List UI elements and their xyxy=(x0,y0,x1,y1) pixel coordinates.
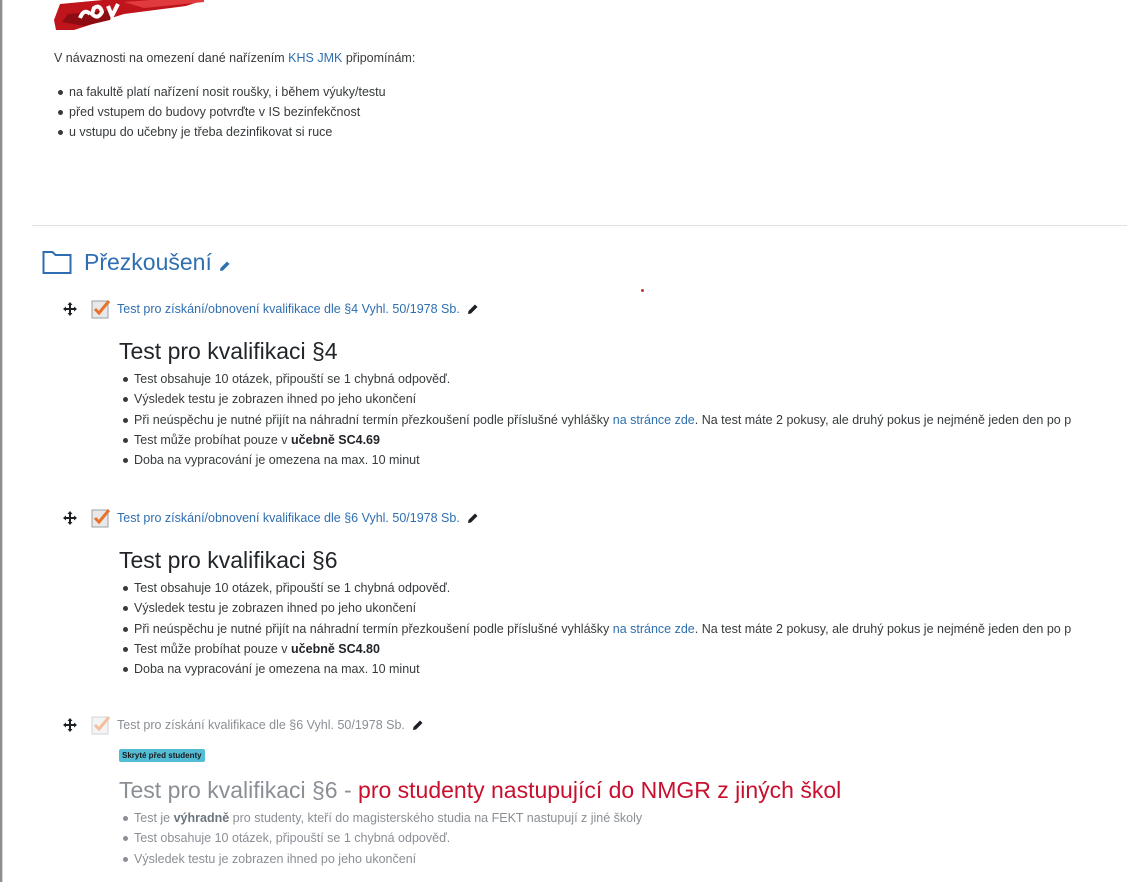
covid-banner-logo xyxy=(54,0,204,32)
activity-row: Test pro získání/obnovení kvalifikace dl… xyxy=(62,297,1127,321)
activity-row: Test pro získání kvalifikace dle §6 Vyhl… xyxy=(62,713,1127,737)
text: pro studenty, kteří do magisterského stu… xyxy=(229,811,643,825)
activity-row: Test pro získání/obnovení kvalifikace dl… xyxy=(62,506,1127,530)
move-handle-icon[interactable] xyxy=(62,717,78,733)
list-item: Test obsahuje 10 otázek, připouští se 1 … xyxy=(119,369,1127,389)
activity-description: Skryté před studenty Test pro kvalifikac… xyxy=(119,737,1127,869)
intro-text: V návaznosti na omezení dané nařízením xyxy=(54,51,289,65)
section-divider xyxy=(32,225,1127,226)
covid-stamp-logo-icon xyxy=(54,0,204,30)
text: . Na test máte 2 pokusy, ale druhý pokus… xyxy=(694,412,1072,427)
description-heading: Test pro kvalifikaci §6 xyxy=(119,547,338,573)
move-handle-icon[interactable] xyxy=(62,301,78,317)
list-item: na fakultě platí nařízení nosit roušky, … xyxy=(54,82,1114,102)
activity-link[interactable]: Test pro získání kvalifikace dle §6 Vyhl… xyxy=(117,718,405,732)
text: Při neúspěchu je nutné přijít na náhradn… xyxy=(134,412,613,427)
edit-pencil-icon[interactable] xyxy=(466,512,479,525)
retake-info-link[interactable]: na stránce zde xyxy=(613,622,695,636)
list-item: Test obsahuje 10 otázek, připouští se 1 … xyxy=(119,828,1127,848)
list-item: Při neúspěchu je nutné přijít na náhradn… xyxy=(119,410,1127,430)
room-name: učebně SC4.80 xyxy=(291,641,380,656)
room-name: učebně SC4.69 xyxy=(291,432,380,447)
list-item: Při neúspěchu je nutné přijít na náhradn… xyxy=(119,619,1127,639)
section-header: Přezkoušení xyxy=(42,244,231,280)
khs-jmk-link[interactable]: KHS JMK xyxy=(288,51,342,65)
retake-info-link[interactable]: na stránce zde xyxy=(613,413,695,427)
intro-block: V návaznosti na omezení dané nařízením K… xyxy=(54,50,1114,142)
activity-quiz-6: Test pro získání/obnovení kvalifikace dl… xyxy=(62,506,1127,679)
list-item: Výsledek testu je zobrazen ihned po jeho… xyxy=(119,389,1127,409)
list-item: Výsledek testu je zobrazen ihned po jeho… xyxy=(119,849,1127,869)
emphasis: výhradně xyxy=(173,811,230,825)
heading-text: Test pro kvalifikaci §6 - xyxy=(119,777,359,803)
list-item: Doba na vypracování je omezena na max. 1… xyxy=(119,450,1127,470)
edit-section-pencil-icon[interactable] xyxy=(218,260,231,273)
text: Test může probíhat pouze v xyxy=(134,432,292,447)
description-list: Test obsahuje 10 otázek, připouští se 1 … xyxy=(119,369,1127,470)
list-item: před vstupem do budovy potvrďte v IS bez… xyxy=(54,102,1114,122)
intro-paragraph: V návaznosti na omezení dané nařízením K… xyxy=(54,50,1114,66)
list-item: u vstupu do učebny je třeba dezinfikovat… xyxy=(54,122,1114,142)
edit-pencil-icon[interactable] xyxy=(466,303,479,316)
list-item: Výsledek testu je zobrazen ihned po jeho… xyxy=(119,598,1127,618)
activity-quiz-6-hidden: Test pro získání kvalifikace dle §6 Vyhl… xyxy=(62,713,1127,869)
cursor-dot xyxy=(641,289,644,292)
list-item: Test může probíhat pouze v učebně SC4.69 xyxy=(119,430,1127,450)
quiz-icon xyxy=(91,509,111,528)
section-title[interactable]: Přezkoušení xyxy=(84,249,212,276)
description-heading: Test pro kvalifikaci §4 xyxy=(119,338,338,364)
edit-pencil-icon[interactable] xyxy=(411,719,424,732)
activity-quiz-4: Test pro získání/obnovení kvalifikace dl… xyxy=(62,297,1127,470)
text: . Na test máte 2 pokusy, ale druhý pokus… xyxy=(694,621,1072,636)
intro-list: na fakultě platí nařízení nosit roušky, … xyxy=(54,82,1114,142)
activity-link[interactable]: Test pro získání/obnovení kvalifikace dl… xyxy=(117,302,460,316)
list-item: Doba na vypracování je omezena na max. 1… xyxy=(119,659,1127,679)
list-item: Test může probíhat pouze v učebně SC4.80 xyxy=(119,639,1127,659)
quiz-icon xyxy=(91,300,111,319)
window-edge-inner xyxy=(2,0,3,882)
intro-text-end: připomínám: xyxy=(342,51,416,65)
description-list: Test obsahuje 10 otázek, připouští se 1 … xyxy=(119,578,1127,679)
quiz-icon xyxy=(91,716,111,735)
description-heading: Test pro kvalifikaci §6 - pro studenty n… xyxy=(119,776,1127,804)
activity-description: Test pro kvalifikaci §4 Test obsahuje 10… xyxy=(119,337,1127,470)
list-item: Test je výhradně pro studenty, kteří do … xyxy=(119,808,1127,828)
description-list: Test je výhradně pro studenty, kteří do … xyxy=(119,808,1127,869)
activity-link[interactable]: Test pro získání/obnovení kvalifikace dl… xyxy=(117,511,460,525)
text: Test je xyxy=(134,811,174,825)
heading-highlight: pro studenty nastupující do NMGR z jinýc… xyxy=(358,777,842,803)
activity-description: Test pro kvalifikaci §6 Test obsahuje 10… xyxy=(119,546,1127,679)
hidden-badge: Skryté před studenty xyxy=(119,749,205,762)
text: Při neúspěchu je nutné přijít na náhradn… xyxy=(134,621,613,636)
folder-icon xyxy=(42,251,72,274)
text: Test může probíhat pouze v xyxy=(134,641,292,656)
move-handle-icon[interactable] xyxy=(62,510,78,526)
list-item: Test obsahuje 10 otázek, připouští se 1 … xyxy=(119,578,1127,598)
